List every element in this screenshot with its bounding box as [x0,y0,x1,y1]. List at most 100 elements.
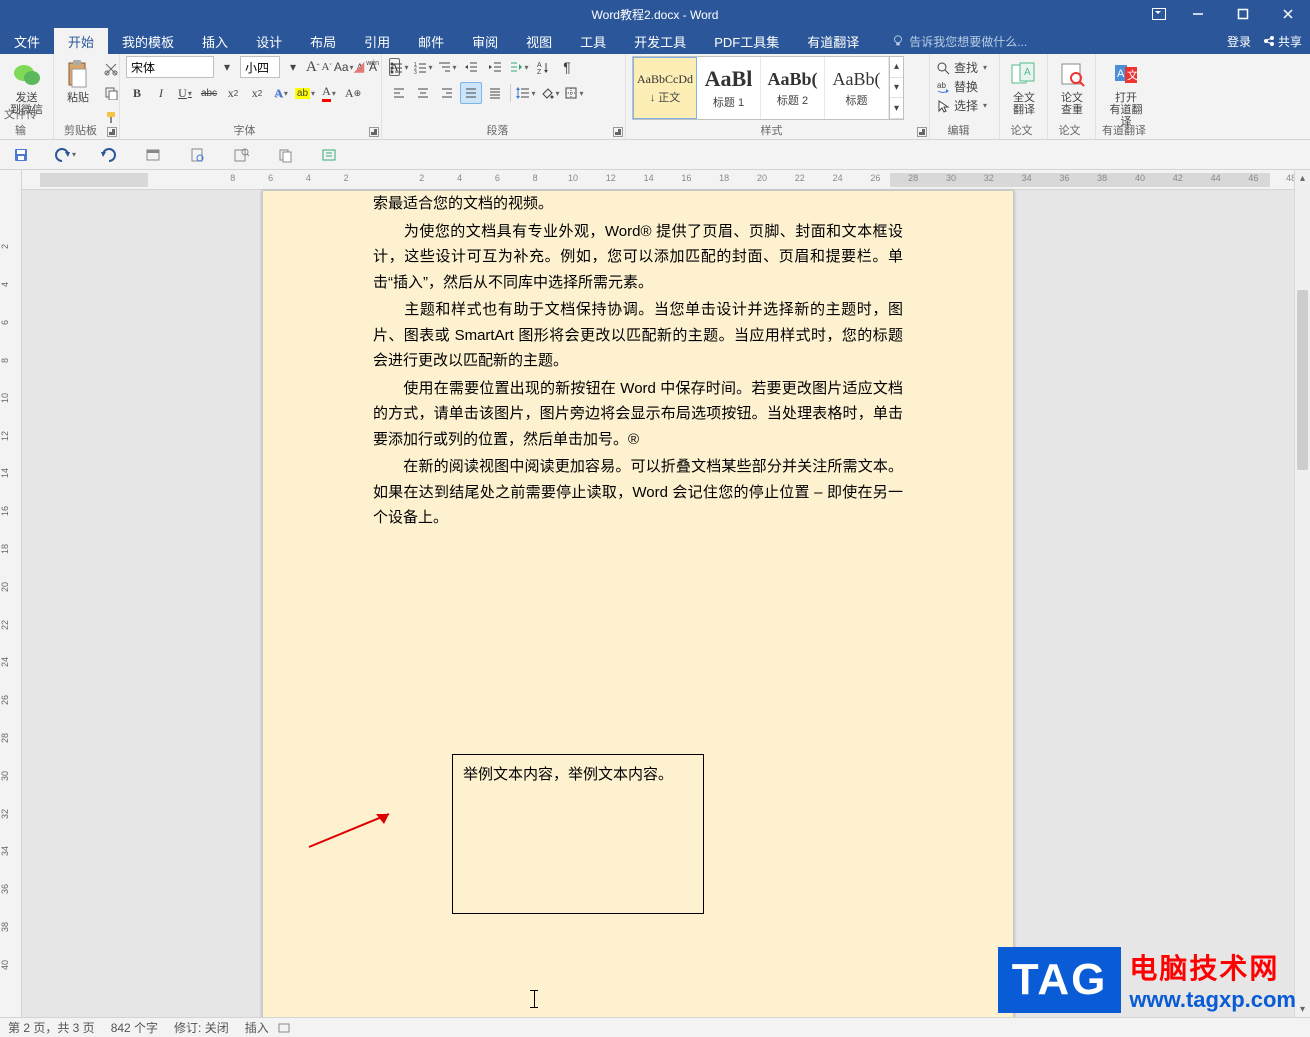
minimize-button[interactable] [1175,0,1220,28]
cut-button[interactable] [100,58,122,80]
font-size-input[interactable] [240,56,280,78]
maximize-button[interactable] [1220,0,1265,28]
word-count[interactable]: 842 个字 [111,1019,158,1036]
tab-home[interactable]: 开始 [54,28,108,54]
clipboard-expand[interactable] [107,127,117,137]
login-link[interactable]: 登录 [1227,33,1251,50]
clear-formatting-button[interactable]: A◢ [356,56,365,78]
style-heading2[interactable]: AaBb( 标题 2 [761,57,825,119]
qat-btn-6[interactable] [230,144,252,166]
copy-button[interactable] [100,82,122,104]
scroll-up-button[interactable]: ▴ [1295,170,1310,186]
scroll-down-button[interactable]: ▾ [1295,1001,1310,1017]
font-color-button[interactable]: A▾ [318,82,340,104]
tab-pdftools[interactable]: PDF工具集 [700,28,793,54]
document-area[interactable]: 8642246810121416182022242628303234363840… [22,170,1310,1017]
font-expand[interactable] [369,127,379,137]
increase-indent-button[interactable] [484,56,506,78]
styles-scroll-down[interactable]: ▾ [890,78,903,99]
thesis-l2: 查重 [1061,104,1083,116]
tab-file[interactable]: 文件 [0,28,54,54]
char-shading-button[interactable]: A⊕ [342,82,364,104]
tab-insert[interactable]: 插入 [188,28,242,54]
shading-button[interactable]: ▾ [539,82,561,104]
tab-design[interactable]: 设计 [242,28,296,54]
insert-mode[interactable]: 插入 [245,1019,269,1036]
bulb-icon [891,34,905,48]
group-font: ▾ ▾ Aˆ Aˇ Aa▾ A◢ wénA A B I U▾ abc x2 x2… [120,54,382,139]
align-center-button[interactable] [412,82,434,104]
styles-scroll-up[interactable]: ▴ [890,57,903,78]
ribbon-display-options[interactable] [1143,0,1175,28]
tab-references[interactable]: 引用 [350,28,404,54]
font-size-dropdown[interactable]: ▾ [282,56,304,78]
strikethrough-button[interactable]: abc [198,82,220,104]
style-title[interactable]: AaBb( 标题 [825,57,889,119]
search-icon [936,61,950,75]
track-changes-status[interactable]: 修订: 关闭 [174,1019,229,1036]
qat-btn-8[interactable] [318,144,340,166]
tab-mytemplates[interactable]: 我的模板 [108,28,188,54]
tab-mailings[interactable]: 邮件 [404,28,458,54]
share-button[interactable]: 共享 [1263,33,1302,50]
styles-gallery[interactable]: AaBbCcDd ↓ 正文 AaBl 标题 1 AaBb( 标题 2 AaBb(… [632,56,904,120]
sort-button[interactable]: AZ [532,56,554,78]
qat-btn-4[interactable] [142,144,164,166]
italic-button[interactable]: I [150,82,172,104]
grow-font-button[interactable]: Aˆ [306,56,320,78]
style-preview: AaBb( [767,69,817,90]
change-case-button[interactable]: Aa▾ [334,56,354,78]
superscript-button[interactable]: x2 [246,82,268,104]
qat-btn-7[interactable] [274,144,296,166]
tab-view[interactable]: 视图 [512,28,566,54]
text-effects-button[interactable]: A▾ [270,82,292,104]
find-button[interactable]: 查找▾ [936,58,987,77]
tell-me-search[interactable]: 告诉我您想要做什么... [881,28,1037,54]
horizontal-ruler[interactable]: 8642246810121416182022242628303234363840… [22,170,1310,190]
tab-review[interactable]: 审阅 [458,28,512,54]
save-button[interactable] [10,144,32,166]
bold-button[interactable]: B [126,82,148,104]
page-indicator[interactable]: 第 2 页，共 3 页 [8,1019,95,1036]
shrink-font-button[interactable]: Aˇ [322,56,332,78]
scroll-thumb[interactable] [1297,290,1308,470]
select-button[interactable]: 选择▾ [936,96,987,115]
replace-button[interactable]: ab替换 [936,77,987,96]
underline-button[interactable]: U▾ [174,82,196,104]
vertical-ruler[interactable]: /*populated below*/ 24681012141618202224… [0,170,22,1017]
styles-expand[interactable]: ▾ [890,98,903,119]
decrease-indent-button[interactable] [460,56,482,78]
close-button[interactable] [1265,0,1310,28]
line-spacing-button[interactable]: ▾ [515,82,537,104]
align-distributed-button[interactable] [484,82,506,104]
numbering-button[interactable]: 123▾ [412,56,434,78]
show-marks-button[interactable]: ¶ [556,56,578,78]
tab-layout[interactable]: 布局 [296,28,350,54]
select-icon [936,99,950,113]
font-name-input[interactable] [126,56,214,78]
highlight-button[interactable]: ab▾ [294,82,316,104]
asian-layout-button[interactable]: ▾ [508,56,530,78]
vertical-scrollbar[interactable]: ▴ ▾ [1294,170,1310,1017]
tab-tools[interactable]: 工具 [566,28,620,54]
undo-button[interactable]: ▾ [54,144,76,166]
bullets-button[interactable]: ▾ [388,56,410,78]
font-name-dropdown[interactable]: ▾ [216,56,238,78]
style-heading1[interactable]: AaBl 标题 1 [697,57,761,119]
menu-bar: 文件 开始 我的模板 插入 设计 布局 引用 邮件 审阅 视图 工具 开发工具 … [0,28,1310,54]
subscript-button[interactable]: x2 [222,82,244,104]
borders-button[interactable]: ▾ [563,82,585,104]
styles-expand-launcher[interactable] [917,127,927,137]
redo-button[interactable] [98,144,120,166]
multilevel-list-button[interactable]: ▾ [436,56,458,78]
paragraph-expand[interactable] [613,127,623,137]
style-normal[interactable]: AaBbCcDd ↓ 正文 [633,57,697,119]
align-justify-button[interactable] [460,82,482,104]
align-left-button[interactable] [388,82,410,104]
qat-btn-5[interactable] [186,144,208,166]
text-box[interactable]: 举例文本内容，举例文本内容。 [452,754,704,914]
align-right-button[interactable] [436,82,458,104]
tab-developer[interactable]: 开发工具 [620,28,700,54]
svg-text:A: A [537,62,542,69]
tab-youdao[interactable]: 有道翻译 [793,28,873,54]
